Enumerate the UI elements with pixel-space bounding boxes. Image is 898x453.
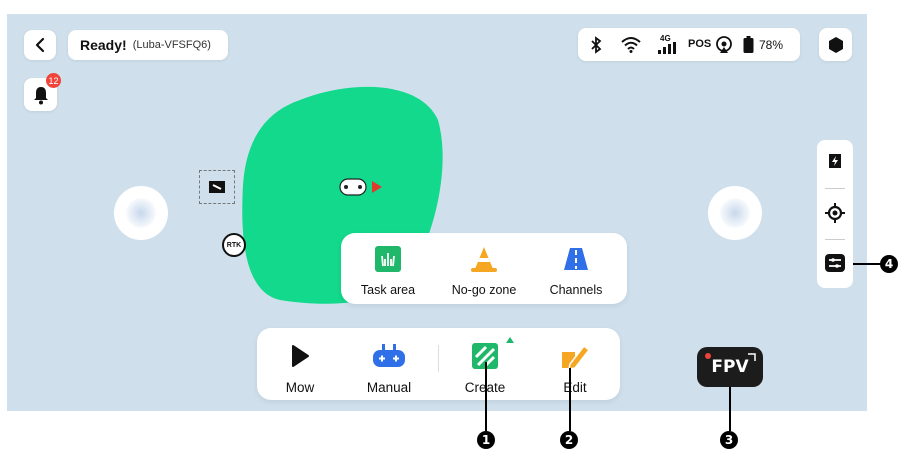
traffic-cone-icon — [471, 247, 497, 272]
chevron-left-icon — [35, 37, 45, 53]
channels-option[interactable]: Channels — [541, 245, 611, 297]
notification-count: 12 — [48, 75, 59, 86]
callout-line-4 — [853, 263, 883, 265]
caret-up-icon — [506, 337, 514, 343]
mow-label: Mow — [285, 380, 315, 395]
pos-label: POS — [688, 38, 712, 50]
fpv-button[interactable]: FPV — [697, 347, 763, 387]
bell-icon — [33, 86, 48, 104]
road-icon — [564, 248, 588, 270]
charging-station-marker[interactable] — [199, 170, 235, 204]
right-joystick[interactable] — [708, 186, 762, 240]
signal-bars-icon — [658, 42, 676, 54]
rtk-marker[interactable]: RTK — [222, 233, 246, 257]
back-button[interactable] — [24, 30, 56, 60]
no-go-zone-option[interactable]: No-go zone — [444, 245, 524, 297]
task-area-option[interactable]: Task area — [353, 245, 423, 297]
status-pill: Ready! (Luba-VFSFQ6) — [68, 30, 228, 60]
callout-3: 3 — [720, 431, 738, 449]
gamepad-icon — [373, 344, 405, 367]
recharge-icon[interactable] — [826, 152, 844, 170]
connection-status-bar[interactable]: 4G POS 78% — [578, 28, 800, 61]
task-area-label: Task area — [360, 283, 416, 297]
locate-icon[interactable] — [825, 203, 845, 223]
satellite-signal-icon — [716, 36, 732, 53]
device-name: (Luba-VFSFQ6) — [132, 39, 211, 51]
bluetooth-icon — [591, 36, 602, 54]
callout-3-number: 3 — [724, 433, 734, 447]
layers-settings-icon[interactable] — [825, 254, 845, 272]
no-go-zone-label: No-go zone — [451, 283, 517, 297]
channels-label: Channels — [549, 283, 603, 297]
divider — [825, 188, 845, 189]
dock-icon — [209, 181, 225, 193]
mow-button[interactable]: Mow — [265, 342, 335, 395]
callout-line-2 — [569, 368, 571, 431]
wifi-icon — [621, 37, 641, 53]
toolbar-divider — [438, 345, 439, 372]
edit-button[interactable]: Edit — [540, 342, 610, 395]
settings-button[interactable] — [819, 28, 852, 61]
battery-icon — [743, 36, 754, 53]
edit-label: Edit — [563, 380, 587, 395]
create-menu: Task area No-go zone Channels — [341, 233, 627, 304]
right-joystick-knob[interactable] — [720, 198, 750, 228]
callout-line-3 — [729, 387, 731, 431]
left-joystick[interactable] — [114, 186, 168, 240]
notification-badge: 12 — [46, 73, 61, 88]
play-icon — [292, 345, 309, 367]
mower-marker[interactable] — [338, 176, 384, 198]
manual-label: Manual — [366, 380, 412, 395]
left-joystick-knob[interactable] — [126, 198, 156, 228]
hexagon-settings-icon — [828, 36, 843, 53]
callout-1-number: 1 — [481, 433, 491, 447]
manual-button[interactable]: Manual — [354, 342, 424, 395]
callout-2-number: 2 — [564, 433, 574, 447]
heading-arrow-icon — [372, 181, 382, 193]
map-tools-panel — [817, 140, 853, 288]
rtk-label: RTK — [226, 241, 242, 249]
callout-4-number: 4 — [884, 257, 894, 271]
divider — [825, 239, 845, 240]
callout-2: 2 — [560, 431, 578, 449]
callout-line-1 — [485, 362, 487, 431]
callout-1: 1 — [477, 431, 495, 449]
status-title: Ready! — [80, 37, 127, 53]
grass-icon — [375, 246, 401, 272]
battery-percentage: 78% — [759, 38, 784, 52]
callout-4: 4 — [880, 255, 898, 273]
bottom-toolbar: Mow Manual Create Edit — [257, 328, 620, 400]
edit-pencil-icon — [562, 344, 590, 370]
fpv-label: FPV — [711, 357, 749, 377]
